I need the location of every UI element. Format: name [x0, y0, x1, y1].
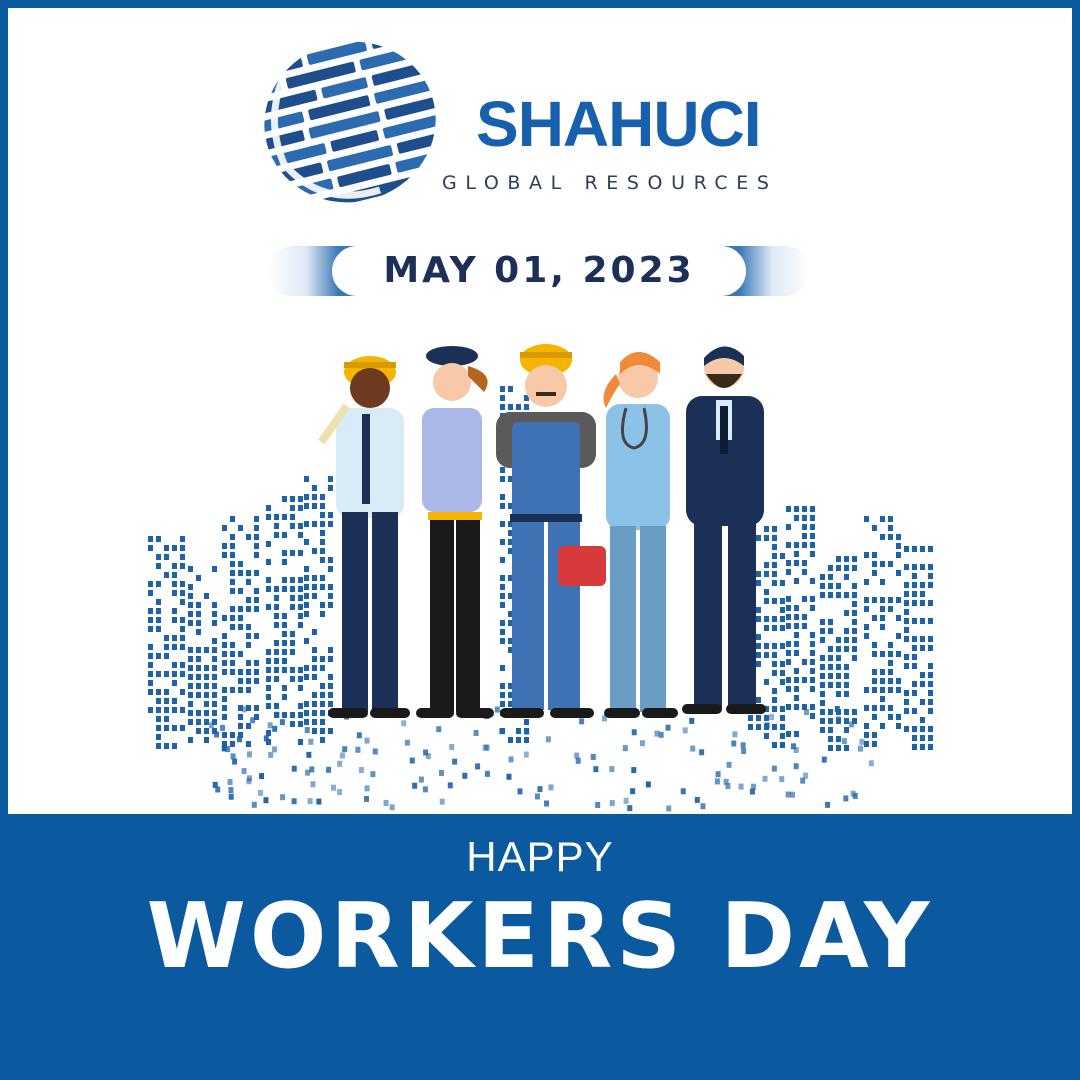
- brand-tagline: GLOBAL RESOURCES: [442, 172, 778, 194]
- worker-doctor: [603, 352, 678, 718]
- globe-logo-icon: [262, 40, 438, 204]
- worker-police-officer: [416, 346, 494, 718]
- workers-city-illustration: [148, 344, 933, 812]
- date-pill: MAY 01, 2023: [332, 246, 746, 296]
- greeting-happy: HAPPY: [466, 833, 614, 880]
- brand-name: SHAHUCI: [476, 88, 762, 160]
- greeting-workers-day: WORKERS DAY: [146, 884, 934, 989]
- event-date: MAY 01, 2023: [383, 250, 695, 291]
- worker-mechanic: [496, 344, 606, 718]
- worker-engineer: [318, 356, 410, 718]
- worker-businessman: [682, 346, 766, 714]
